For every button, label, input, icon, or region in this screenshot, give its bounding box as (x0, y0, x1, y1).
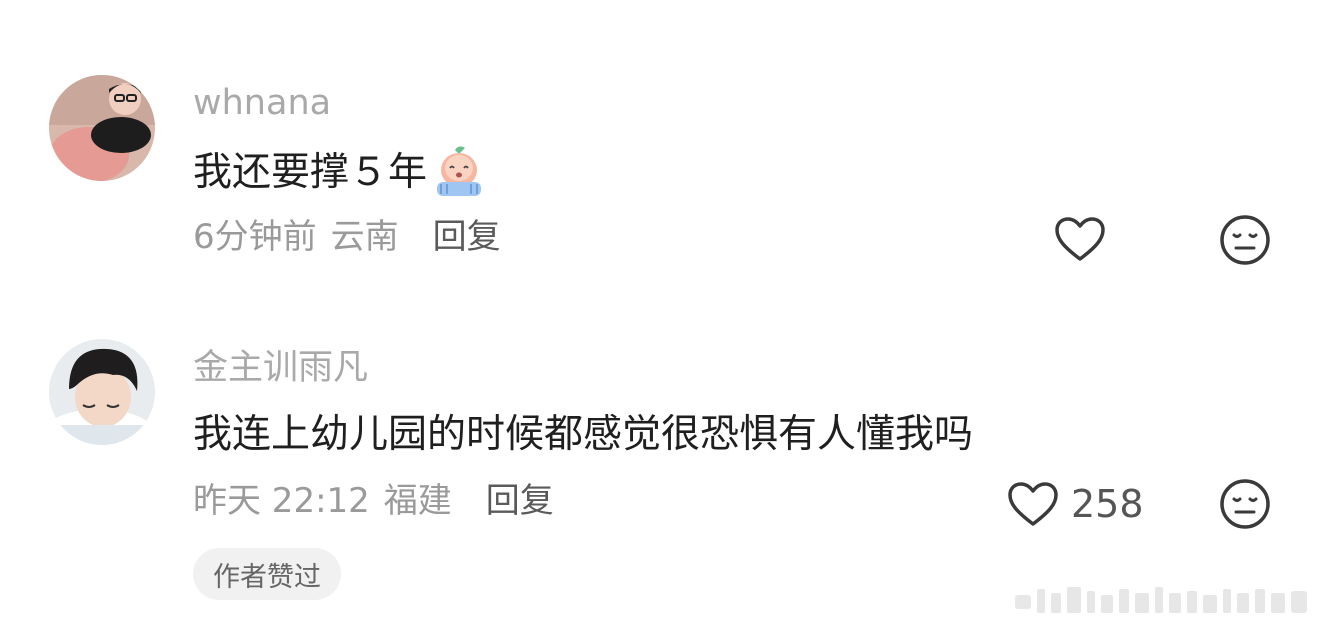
heart-outline-icon (1008, 482, 1058, 526)
comment-location: 福建 (383, 481, 452, 521)
reply-button[interactable]: 回复 (486, 484, 554, 518)
like-button[interactable] (1054, 216, 1118, 262)
dislike-button[interactable] (1219, 214, 1271, 266)
comment-text: 我还要撑５年 (193, 144, 487, 200)
like-count: 258 (1071, 482, 1144, 526)
crying-peach-emoji (437, 146, 482, 196)
username[interactable]: whnana (193, 86, 331, 121)
neutral-face-icon (1220, 479, 1270, 529)
heart-outline-icon (1055, 217, 1105, 261)
comment-meta: 昨天 22:12 福建 回复 (193, 484, 554, 518)
comment-meta: 6分钟前 云南 回复 (193, 220, 501, 254)
comment-time: 昨天 22:12 (193, 481, 370, 521)
reply-button[interactable]: 回复 (433, 220, 501, 254)
username[interactable]: 金主训雨凡 (193, 351, 368, 386)
author-liked-badge: 作者赞过 (193, 548, 341, 600)
comment-text-body: 我连上幼儿园的时候都感觉很恐惧有人懂我吗 (193, 412, 974, 457)
avatar-image (49, 339, 155, 445)
avatar[interactable] (49, 75, 155, 181)
comment-text-body: 我还要撑５年 (193, 149, 428, 195)
avatar[interactable] (49, 339, 155, 445)
dislike-button[interactable] (1219, 478, 1271, 530)
like-button[interactable]: 258 (1007, 481, 1144, 527)
neutral-face-icon (1220, 215, 1270, 265)
watermark (1015, 587, 1307, 613)
avatar-image (49, 75, 155, 181)
comment-location: 云南 (330, 217, 399, 257)
comment-time: 6分钟前 (193, 217, 317, 257)
comment-text: 我连上幼儿园的时候都感觉很恐惧有人懂我吗 (193, 415, 973, 454)
